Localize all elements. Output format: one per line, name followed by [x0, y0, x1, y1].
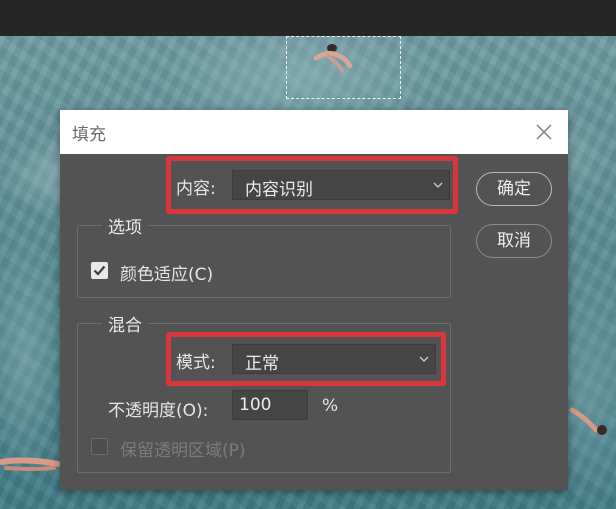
- options-group-title: 选项: [102, 213, 148, 238]
- mode-highlight-box: [166, 332, 446, 386]
- blend-group-title: 混合: [102, 311, 148, 336]
- swimmer-figure-left: [0, 457, 61, 471]
- photoshop-canvas-view: 填充 内容: 内容识别 确定 取消 选项 颜色适应(C) 混合 模式: 正常 不…: [0, 0, 616, 509]
- cancel-button[interactable]: 取消: [476, 224, 552, 258]
- marquee-selection[interactable]: [286, 36, 401, 99]
- color-adapt-checkbox[interactable]: [91, 262, 108, 279]
- close-icon[interactable]: [534, 122, 554, 142]
- checkmark-icon: [93, 265, 106, 276]
- swimmer-figure-right: [569, 407, 607, 435]
- preserve-transparency-label: 保留透明区域(P): [120, 441, 246, 461]
- opacity-unit: %: [322, 396, 339, 416]
- color-adapt-label: 颜色适应(C): [120, 265, 214, 285]
- preserve-transparency-checkbox[interactable]: [91, 438, 108, 455]
- ok-button[interactable]: 确定: [476, 172, 552, 206]
- opacity-label: 不透明度(O):: [108, 401, 209, 421]
- dialog-title: 填充: [72, 125, 106, 145]
- opacity-input[interactable]: 100: [232, 390, 308, 420]
- fill-dialog: 填充 内容: 内容识别 确定 取消 选项 颜色适应(C) 混合 模式: 正常 不…: [60, 110, 568, 490]
- dialog-titlebar: 填充: [60, 110, 568, 154]
- top-toolbar-area: [0, 0, 616, 36]
- content-highlight-box: [166, 156, 458, 214]
